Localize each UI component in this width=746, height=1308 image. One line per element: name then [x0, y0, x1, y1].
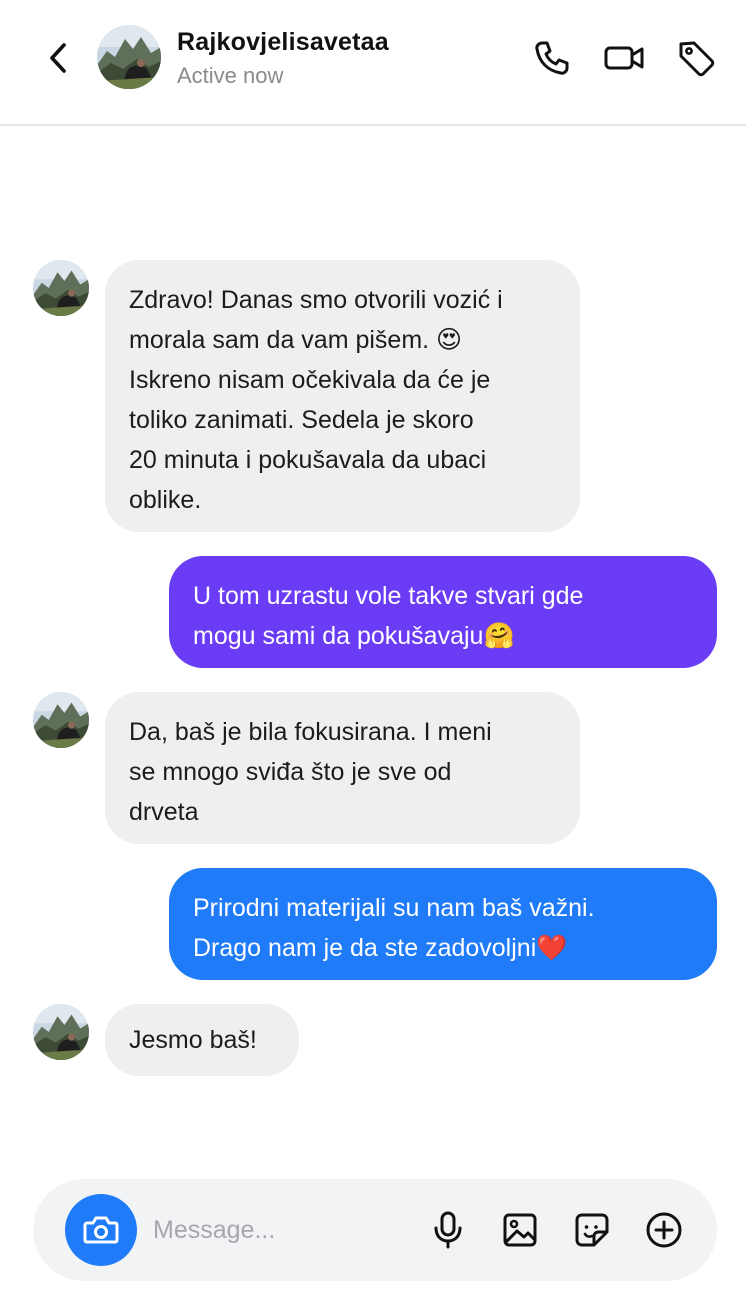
incoming-message-bubble[interactable]: Zdravo! Danas smo otvorili vozić i moral…: [105, 260, 580, 532]
sticker-icon: [575, 1213, 609, 1247]
message-composer: [33, 1179, 717, 1281]
back-button[interactable]: [38, 38, 78, 78]
outgoing-message-bubble[interactable]: U tom uzrastu vole takve stvari gde mogu…: [169, 556, 717, 668]
message-line: morala sam da vam pišem. 😍: [129, 326, 463, 354]
message-input[interactable]: [153, 1209, 403, 1251]
tag-icon: [679, 41, 715, 77]
message-line: Drago nam je da ste zadovoljni❤️: [193, 934, 568, 962]
camera-button[interactable]: [65, 1194, 137, 1266]
tag-button[interactable]: [674, 36, 718, 80]
voice-message-button[interactable]: [428, 1210, 468, 1250]
plus-circle-icon: [646, 1212, 682, 1248]
message-line: Jesmo baš!: [129, 1026, 257, 1054]
message-line: se mnogo sviđa što je sve od: [129, 758, 452, 786]
message-line: Da, baš je bila fokusirana. I meni: [129, 718, 492, 746]
gallery-button[interactable]: [500, 1210, 540, 1250]
more-options-button[interactable]: [644, 1210, 684, 1250]
chat-header: Rajkovjelisavetaa Active now: [0, 0, 746, 126]
message-line: Zdravo! Danas smo otvorili vozić i: [129, 286, 503, 314]
message-line: toliko zanimati. Sedela je skoro: [129, 406, 474, 434]
microphone-icon: [434, 1211, 462, 1249]
sender-avatar[interactable]: [33, 1004, 89, 1060]
contact-avatar[interactable]: [97, 25, 161, 89]
outgoing-message-bubble[interactable]: Prirodni materijali su nam baš važni. Dr…: [169, 868, 717, 980]
chevron-left-icon: [50, 43, 66, 73]
message-line: Iskreno nisam očekivala da će je: [129, 366, 491, 394]
incoming-message-bubble[interactable]: Da, baš je bila fokusirana. I meni se mn…: [105, 692, 580, 844]
voice-call-button[interactable]: [529, 36, 573, 80]
message-line: mogu sami da pokušavaju🤗: [193, 622, 515, 650]
message-line: drveta: [129, 798, 199, 826]
message-line: oblike.: [129, 486, 202, 514]
presence-status: Active now: [177, 63, 284, 88]
sticker-button[interactable]: [572, 1210, 612, 1250]
incoming-message-bubble[interactable]: Jesmo baš!: [105, 1004, 299, 1076]
image-icon: [503, 1213, 537, 1247]
sender-avatar[interactable]: [33, 260, 89, 316]
phone-icon: [535, 41, 569, 75]
camera-icon: [83, 1216, 119, 1244]
message-line: Prirodni materijali su nam baš važni.: [193, 894, 595, 922]
message-line: 20 minuta i pokušavala da ubaci: [129, 446, 487, 474]
video-camera-icon: [604, 46, 644, 70]
sender-avatar[interactable]: [33, 692, 89, 748]
video-call-button[interactable]: [602, 36, 646, 80]
message-line: U tom uzrastu vole takve stvari gde: [193, 582, 584, 610]
contact-name[interactable]: Rajkovjelisavetaa: [177, 28, 389, 57]
